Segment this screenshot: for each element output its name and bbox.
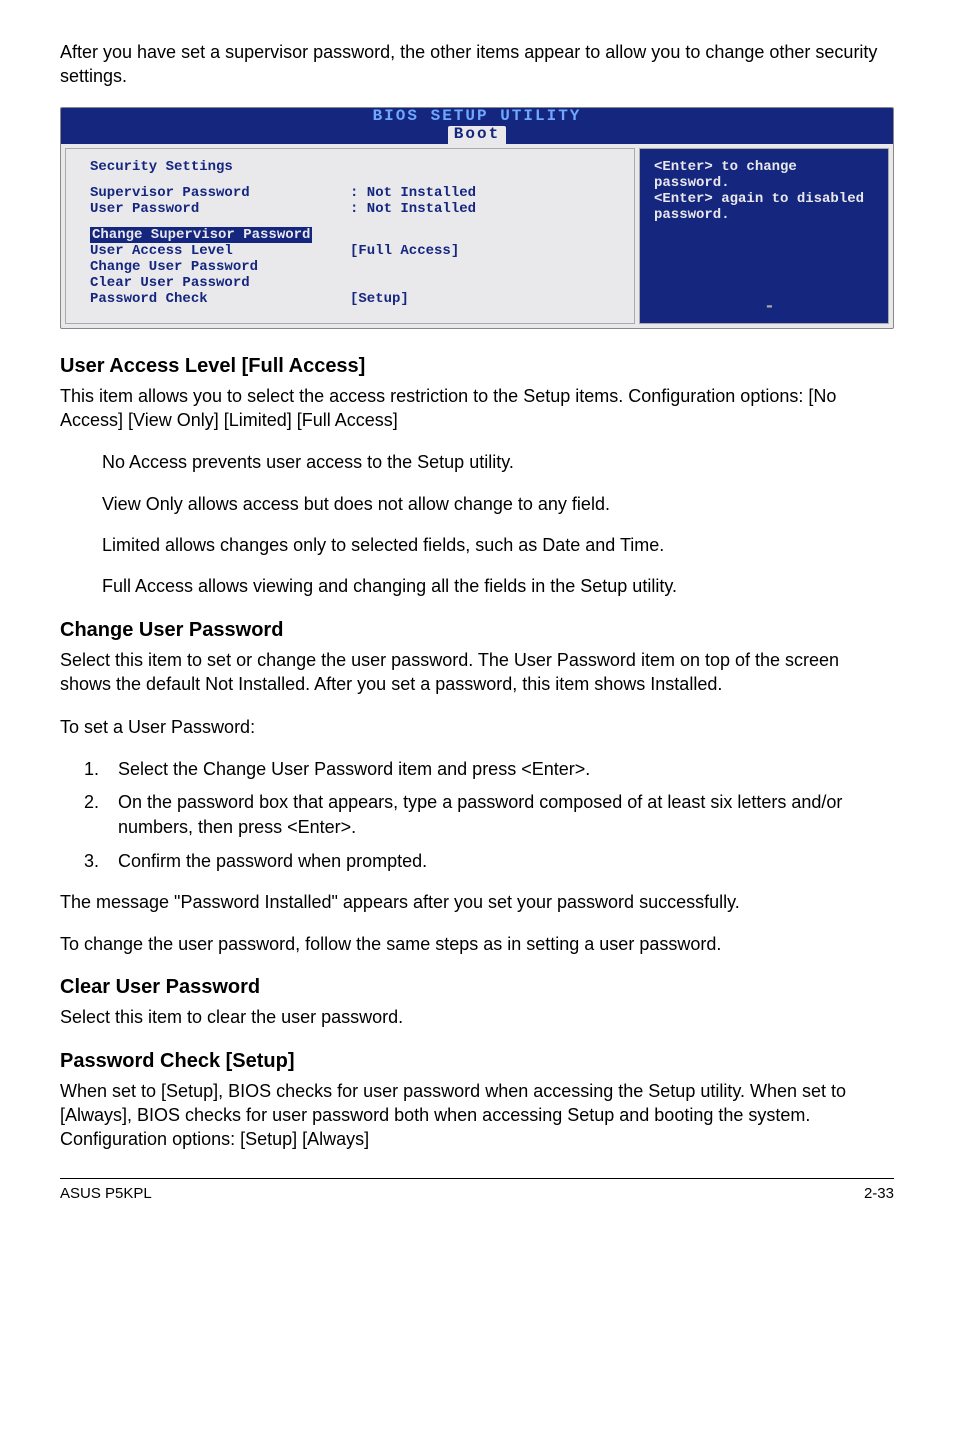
change-user-p3: The message "Password Installed" appears…	[60, 890, 894, 914]
bios-change-supervisor-text: Change Supervisor Password	[90, 227, 312, 243]
bios-section-heading: Security Settings	[90, 159, 618, 175]
heading-user-access-level: User Access Level [Full Access]	[60, 355, 894, 378]
bios-user-value: : Not Installed	[350, 201, 476, 217]
change-user-p4: To change the user password, follow the …	[60, 932, 894, 956]
bios-password-check-value: [Setup]	[350, 291, 409, 307]
step-1: Select the Change User Password item and…	[104, 757, 894, 782]
heading-change-user-password: Change User Password	[60, 619, 894, 642]
password-check-p1: When set to [Setup], BIOS checks for use…	[60, 1079, 894, 1152]
change-user-p2: To set a User Password:	[60, 715, 894, 739]
bios-row-password-check: Password Check [Setup]	[90, 291, 618, 307]
bios-supervisor-label: Supervisor Password	[90, 185, 350, 201]
bios-help-pane: <Enter> to change password. <Enter> agai…	[639, 148, 889, 324]
bios-row-user-access: User Access Level [Full Access]	[90, 243, 618, 259]
user-access-noaccess: No Access prevents user access to the Se…	[102, 450, 894, 475]
footer-left: ASUS P5KPL	[60, 1185, 152, 1202]
footer-right: 2-33	[864, 1185, 894, 1202]
bios-supervisor-value: : Not Installed	[350, 185, 476, 201]
bios-left-pane: Security Settings Supervisor Password : …	[65, 148, 635, 324]
bios-help-dash: -	[764, 297, 775, 317]
step-3: Confirm the password when prompted.	[104, 849, 894, 874]
clear-user-p1: Select this item to clear the user passw…	[60, 1005, 894, 1029]
bios-change-supervisor: Change Supervisor Password	[90, 227, 618, 243]
heading-password-check: Password Check [Setup]	[60, 1050, 894, 1073]
user-access-viewonly: View Only allows access but does not all…	[102, 492, 894, 517]
bios-title-bar: BIOS SETUP UTILITY Boot	[61, 108, 893, 144]
heading-clear-user-password: Clear User Password	[60, 976, 894, 999]
bios-password-check-label: Password Check	[90, 291, 350, 307]
bios-change-user: Change User Password	[90, 259, 618, 275]
bios-row-supervisor: Supervisor Password : Not Installed	[90, 185, 618, 201]
user-access-limited: Limited allows changes only to selected …	[102, 533, 894, 558]
bios-title-text: BIOS SETUP UTILITY	[373, 107, 582, 125]
change-user-p1: Select this item to set or change the us…	[60, 648, 894, 697]
bios-user-access-label: User Access Level	[90, 243, 350, 259]
bios-tab-boot: Boot	[448, 126, 506, 144]
intro-paragraph: After you have set a supervisor password…	[60, 40, 894, 89]
user-access-desc: This item allows you to select the acces…	[60, 384, 894, 433]
bios-screenshot: BIOS SETUP UTILITY Boot Security Setting…	[60, 107, 894, 329]
user-access-fullaccess: Full Access allows viewing and changing …	[102, 574, 894, 599]
bios-help-line1: <Enter> to change password.	[654, 159, 874, 191]
bios-row-user: User Password : Not Installed	[90, 201, 618, 217]
step-2: On the password box that appears, type a…	[104, 790, 894, 840]
bios-user-access-value: [Full Access]	[350, 243, 459, 259]
bios-help-line2: <Enter> again to disabled password.	[654, 191, 874, 223]
bios-user-label: User Password	[90, 201, 350, 217]
page-footer: ASUS P5KPL 2-33	[60, 1178, 894, 1202]
bios-clear-user: Clear User Password	[90, 275, 618, 291]
change-user-steps: Select the Change User Password item and…	[60, 757, 894, 874]
